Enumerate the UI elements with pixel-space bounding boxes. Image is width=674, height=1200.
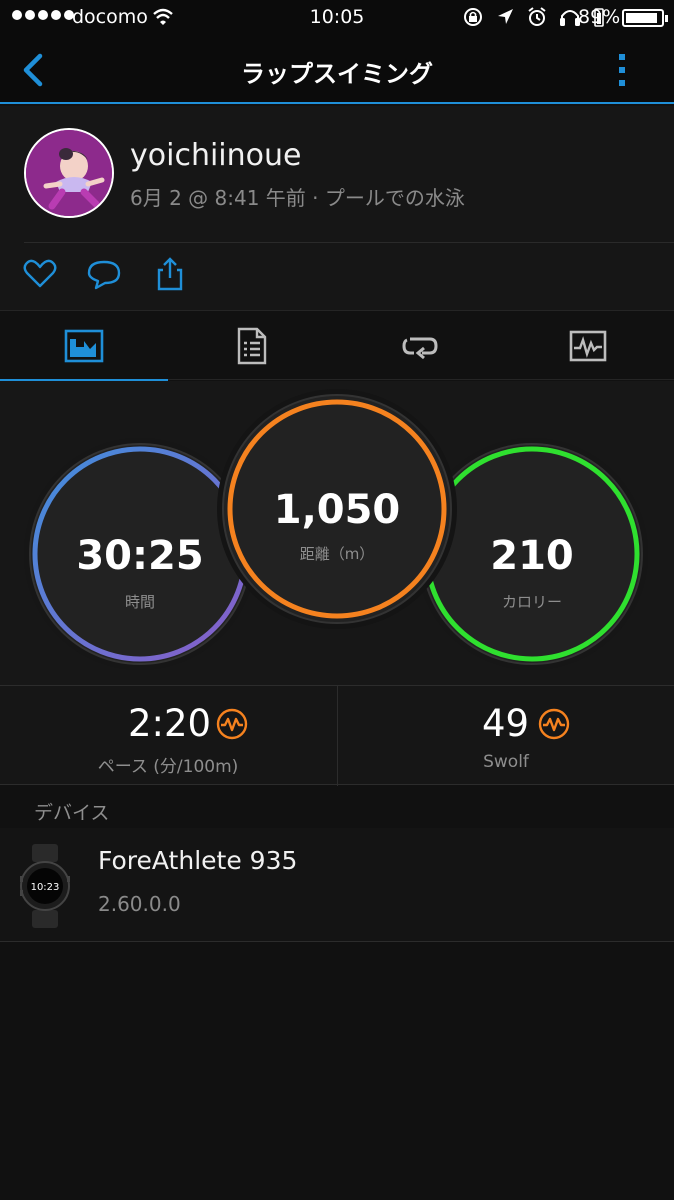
- pace-label: ペース (分/100m): [97, 757, 239, 777]
- devices-section-label: デバイス: [34, 802, 110, 824]
- pulse-icon: [216, 708, 248, 740]
- distance-value: 1,050: [273, 487, 401, 533]
- calories-value: 210: [490, 533, 574, 579]
- tab-graphs[interactable]: [504, 311, 672, 381]
- battery-percentage: 89%: [578, 6, 621, 28]
- calories-label: カロリー: [501, 593, 562, 611]
- location-arrow-icon: [498, 9, 513, 24]
- time-value: 30:25: [76, 533, 204, 579]
- pace-value: 2:20: [128, 702, 212, 745]
- time-label: 時間: [124, 593, 155, 611]
- laps-repeat-icon: [402, 337, 438, 360]
- device-version: 2.60.0.0: [98, 892, 181, 916]
- overview-chart-icon: [64, 329, 104, 363]
- pace-metric[interactable]: 2:20 ペース (分/100m): [0, 686, 336, 786]
- metrics-row: 2:20 ペース (分/100m) 49 Swolf: [0, 685, 674, 786]
- pulse-icon: [538, 708, 570, 740]
- avatar[interactable]: [24, 128, 114, 218]
- watch-icon: 10:23: [20, 844, 70, 928]
- swolf-value: 49: [482, 702, 530, 745]
- tab-laps[interactable]: [336, 311, 504, 381]
- share-icon[interactable]: [152, 256, 188, 292]
- divider: [24, 242, 674, 243]
- details-list-icon: [237, 327, 267, 365]
- device-name: ForeAthlete 935: [98, 846, 298, 875]
- swolf-metric[interactable]: 49 Swolf: [337, 686, 673, 786]
- more-options-icon[interactable]: [612, 50, 632, 90]
- alarm-icon: [528, 7, 546, 26]
- activity-tabs: [0, 310, 674, 382]
- device-item[interactable]: 10:23 ForeAthlete 935 2.60.0.0: [0, 828, 674, 942]
- rotation-lock-icon: [464, 8, 482, 26]
- comment-bubble-icon[interactable]: [86, 256, 122, 292]
- status-bar: docomo 10:05 89%: [0, 0, 674, 36]
- navigation-bar: ラップスイミング: [0, 36, 674, 104]
- summary-gauges: 30:25 時間 1,050 距離（m） 210 カロリー: [0, 381, 674, 685]
- tab-details[interactable]: [168, 311, 336, 381]
- swolf-label: Swolf: [483, 752, 529, 772]
- activity-header: yoichiinoue 6月 2 @ 8:41 午前 · プールでの水泳: [0, 106, 674, 310]
- distance-label: 距離（m）: [299, 545, 375, 563]
- activity-date-type: 6月 2 @ 8:41 午前 · プールでの水泳: [130, 186, 465, 210]
- battery-icon: [622, 9, 668, 27]
- avatar-illustration-icon: [26, 130, 112, 216]
- page-title: ラップスイミング: [241, 60, 433, 88]
- watch-face-time: 10:23: [31, 882, 60, 893]
- graphs-monitor-icon: [569, 330, 607, 362]
- username[interactable]: yoichiinoue: [130, 138, 301, 173]
- like-heart-icon[interactable]: [22, 256, 58, 292]
- tab-overview[interactable]: [0, 311, 168, 382]
